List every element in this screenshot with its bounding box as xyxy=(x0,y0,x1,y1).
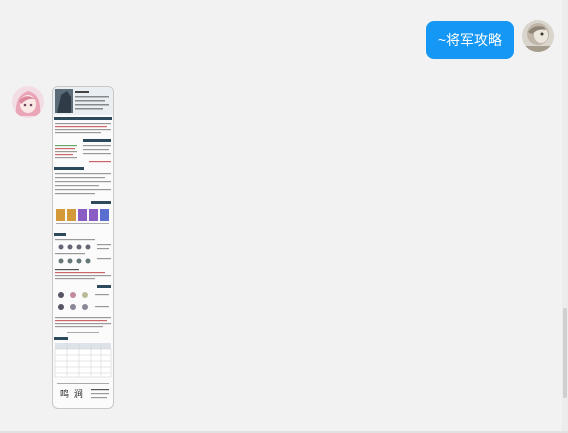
scrollbar-thumb[interactable] xyxy=(563,308,567,398)
guide-image-content xyxy=(53,87,113,399)
anime-avatar-icon xyxy=(12,86,44,118)
incoming-message: 鸣 涧 xyxy=(12,86,114,409)
bot-avatar[interactable] xyxy=(12,86,44,118)
outgoing-message: ~将军攻略 xyxy=(425,20,554,59)
scrollbar[interactable] xyxy=(562,0,568,433)
self-avatar[interactable] xyxy=(522,20,554,52)
image-signature: 鸣 涧 xyxy=(60,390,84,400)
message-bubble[interactable]: ~将军攻略 xyxy=(425,21,514,59)
guide-image[interactable]: 鸣 涧 xyxy=(52,86,114,409)
avatar-icon xyxy=(522,20,554,52)
chat-area: ~将军攻略 鸣 涧 xyxy=(0,0,568,433)
